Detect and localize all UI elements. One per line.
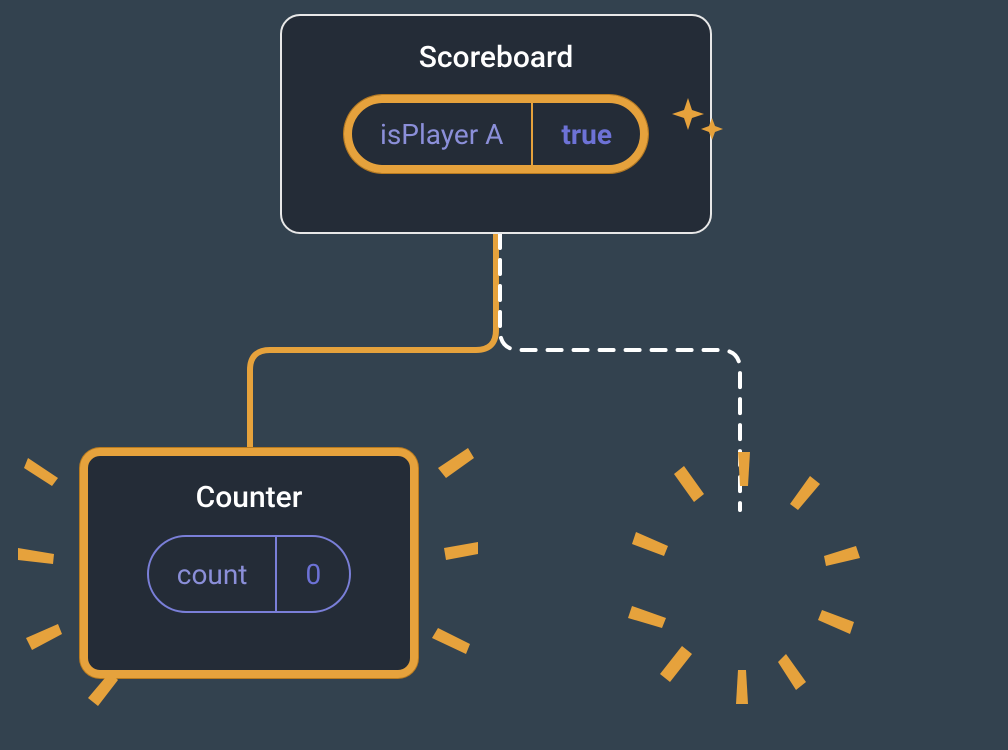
scoreboard-state-pill: isPlayer A true [344, 95, 648, 173]
scoreboard-state-value: true [533, 103, 640, 165]
diagram-canvas: Scoreboard isPlayer A true Counter count… [0, 0, 1008, 750]
scoreboard-node: Scoreboard isPlayer A true [280, 14, 712, 234]
scoreboard-state-label: isPlayer A [352, 103, 533, 165]
sparkle-icon [668, 94, 728, 154]
burst-left-icon [18, 408, 478, 728]
scoreboard-title: Scoreboard [419, 40, 574, 75]
burst-right-icon [610, 446, 880, 716]
